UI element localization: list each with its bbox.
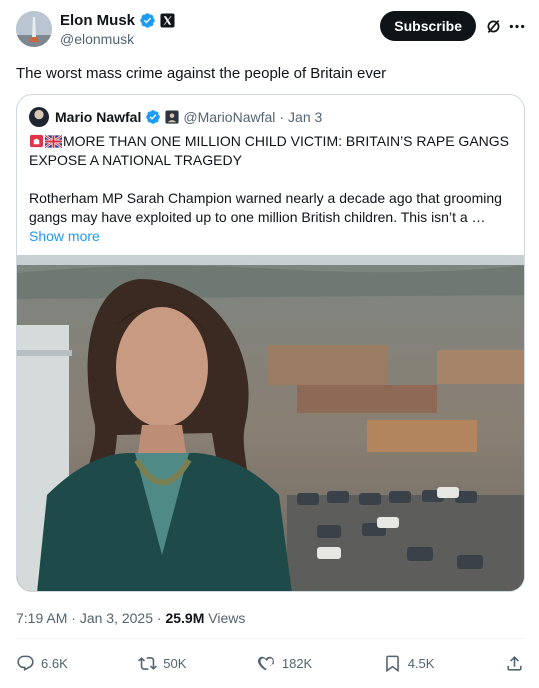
show-more-link[interactable]: Show more [29, 228, 100, 244]
author-name[interactable]: Elon Musk [60, 12, 135, 29]
divider [16, 638, 524, 639]
author-avatar[interactable] [16, 11, 52, 47]
bookmark-count: 4.5K [407, 655, 435, 671]
tweet-text: The worst mass crime against the people … [16, 65, 387, 82]
repost-count: 50K [163, 655, 187, 671]
tweet-time[interactable]: 7:19 AM [16, 610, 67, 626]
quoted-author-avatar[interactable] [29, 107, 49, 127]
dot-separator: · [71, 610, 80, 626]
quoted-author-handle[interactable]: @MarioNawfal [183, 109, 275, 125]
share-button[interactable] [505, 654, 524, 673]
quoted-tweet-image[interactable] [17, 255, 524, 591]
reply-count: 6.6K [41, 655, 68, 671]
grok-icon[interactable] [485, 18, 502, 35]
dot-separator: · [279, 109, 285, 125]
author-handle[interactable]: @elonmusk [60, 31, 134, 47]
share-icon [507, 655, 522, 671]
reply-button[interactable]: 6.6K [16, 654, 68, 673]
tweet-meta: 7:19 AM · Jan 3, 2025 · 25.9M Views [16, 610, 245, 626]
tweet-date[interactable]: Jan 3, 2025 [80, 610, 153, 626]
verified-badge-icon [146, 110, 161, 124]
quoted-tweet-date[interactable]: Jan 3 [288, 109, 322, 125]
more-icon[interactable] [508, 18, 526, 35]
quoted-headline: MORE THAN ONE MILLION CHILD VICTIM: BRIT… [29, 132, 509, 170]
like-button[interactable]: 182K [257, 654, 312, 673]
quoted-tweet[interactable]: Mario Nawfal @MarioNawfal · Jan 3 MORE T… [16, 94, 525, 592]
quoted-body-text: Rotherham MP Sarah Champion warned nearl… [29, 190, 506, 225]
x-affiliation-icon[interactable] [160, 13, 175, 28]
repost-button[interactable]: 50K [138, 654, 186, 673]
uk-flag-emoji-icon [44, 134, 63, 149]
bookmark-icon [385, 655, 399, 672]
views-count: 25.9M [165, 610, 205, 626]
affiliation-badge-icon [165, 110, 179, 124]
tweet-header: Elon Musk @elonmusk Subscribe [16, 10, 526, 52]
views-label: Views [208, 610, 246, 626]
like-count: 182K [281, 655, 313, 671]
quoted-tweet-body: MORE THAN ONE MILLION CHILD VICTIM: BRIT… [29, 132, 509, 246]
bookmark-button[interactable]: 4.5K [383, 654, 435, 673]
verified-badge-icon [140, 13, 155, 28]
like-icon [257, 656, 274, 670]
quoted-headline-text: MORE THAN ONE MILLION CHILD VICTIM: BRIT… [29, 133, 513, 168]
quoted-tweet-header: Mario Nawfal @MarioNawfal · Jan 3 [29, 107, 322, 127]
reply-icon [17, 655, 34, 671]
siren-emoji-icon [29, 134, 44, 148]
quoted-author-name[interactable]: Mario Nawfal [55, 109, 141, 125]
subscribe-button[interactable]: Subscribe [380, 11, 476, 41]
action-bar: 6.6K 50K 182K 4.5K [16, 646, 524, 680]
repost-icon [138, 656, 158, 670]
